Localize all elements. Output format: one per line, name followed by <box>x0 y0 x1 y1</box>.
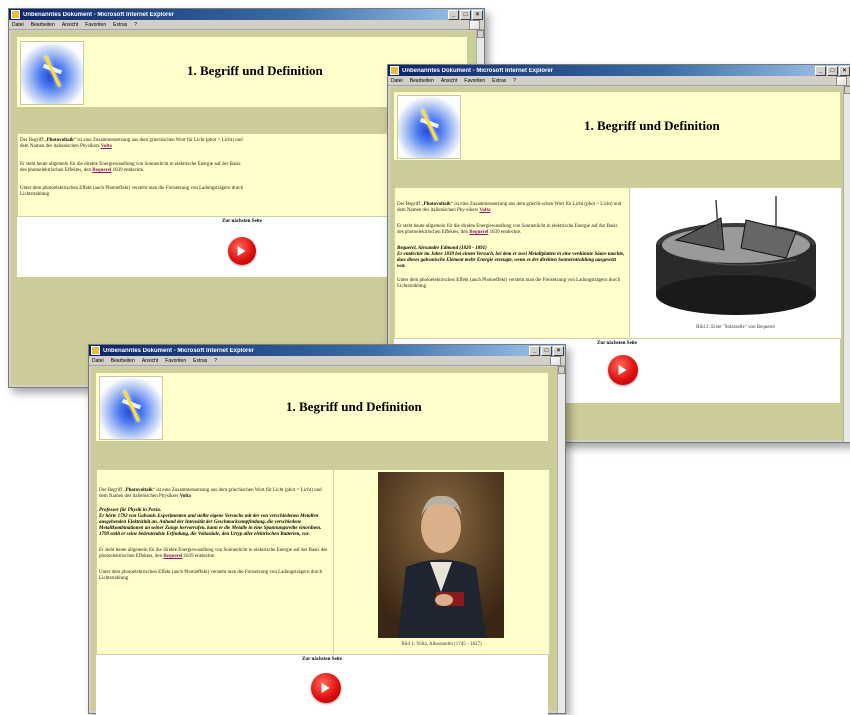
ie-document-icon <box>11 10 20 19</box>
text-panel: Der Begriff „Photovoltaik“ ist eine Zusa… <box>394 187 842 339</box>
ie-document-icon <box>390 66 399 75</box>
menu-bearbeiten[interactable]: Bearbeiten <box>410 78 434 84</box>
page-content: 1. Begriff und Definition Der Begriff „P… <box>91 367 557 715</box>
volta-portrait-image <box>378 472 504 638</box>
close-button[interactable]: × <box>839 65 850 76</box>
minimize-button[interactable]: _ <box>448 9 459 20</box>
link-volta[interactable]: Volta <box>479 208 490 213</box>
next-page-button[interactable] <box>311 673 341 703</box>
text-column: Der Begriff „Photovoltaik“ ist eine Zusa… <box>99 488 331 590</box>
maximize-button[interactable]: □ <box>827 65 838 76</box>
menu-extras[interactable]: Extras <box>193 358 207 364</box>
title-bar: Unbenanntes Dokument - Microsoft Interne… <box>9 9 484 20</box>
menu-ansicht[interactable]: Ansicht <box>441 78 457 84</box>
vertical-scrollbar[interactable] <box>557 366 565 713</box>
maximize-button[interactable]: □ <box>460 9 471 20</box>
photovoltaik-logo <box>99 376 163 440</box>
close-button[interactable]: × <box>553 345 564 356</box>
menu-ansicht[interactable]: Ansicht <box>62 22 78 28</box>
text-column: Der Begriff „Photovoltaik“ ist eine Zusa… <box>397 202 625 298</box>
ie-logo-icon <box>469 19 480 30</box>
menu-datei[interactable]: Datei <box>12 22 24 28</box>
page-title: 1. Begriff und Definition <box>286 399 422 414</box>
p1-pre: Der Begriff „ <box>20 138 47 143</box>
menu-bar: Datei Bearbeiten Ansicht Favoriten Extra… <box>89 355 565 366</box>
nav-panel: Zur nächsten Seite <box>96 654 548 715</box>
menu-ansicht[interactable]: Ansicht <box>142 358 158 364</box>
play-arrow-icon <box>618 365 627 375</box>
text-panel: Der Begriff „Photovoltaik“ ist eine Zusa… <box>96 469 550 655</box>
next-page-button[interactable] <box>228 237 256 265</box>
link-bequerel[interactable]: Bequerel <box>92 168 111 173</box>
maximize-button[interactable]: □ <box>541 345 552 356</box>
p3-text: Unter dem photoelektrischen Effekt (auch… <box>99 570 323 581</box>
title-bar: Unbenanntes Dokument - Microsoft Interne… <box>388 65 850 76</box>
p1-pre: Der Begriff „ <box>99 488 126 493</box>
image-cell: Bild 2: Erste "Solarzelle" von Bequerel <box>629 188 841 337</box>
ie-logo-icon <box>836 75 847 86</box>
page-title: 1. Begriff und Definition <box>584 118 720 133</box>
page-header: 1. Begriff und Definition <box>96 373 548 441</box>
scroll-up-arrow-icon[interactable] <box>477 30 484 38</box>
menu-datei[interactable]: Datei <box>92 358 104 364</box>
ie-logo-icon <box>550 355 561 366</box>
image-caption: Bild 2: Erste "Solarzelle" von Bequerel <box>696 325 775 330</box>
p2-post: 1839 entdeckte. <box>488 230 522 235</box>
menu-bearbeiten[interactable]: Bearbeiten <box>31 22 55 28</box>
minimize-button[interactable]: _ <box>815 65 826 76</box>
page-header: 1. Begriff und Definition <box>394 92 840 160</box>
menu-favoriten[interactable]: Favoriten <box>464 78 485 84</box>
play-arrow-icon <box>237 246 246 256</box>
p2-post: 1839 entdeckte. <box>111 168 145 173</box>
p3-text: Unter dem photoelektrischen Effekt (auch… <box>397 278 621 289</box>
menu-extras[interactable]: Extras <box>113 22 127 28</box>
p1-pre: Der Begriff „ <box>397 202 424 207</box>
link-bequerel[interactable]: Bequerel <box>163 554 182 559</box>
p2-post: 1839 entdeckte. <box>182 554 216 559</box>
photovoltaik-logo <box>397 95 461 159</box>
link-volta[interactable]: Volta <box>101 144 112 149</box>
link-bequerel[interactable]: Bequerel <box>469 230 488 235</box>
title-bar: Unbenanntes Dokument - Microsoft Interne… <box>89 345 565 356</box>
link-volta[interactable]: Volta <box>180 494 191 499</box>
menu-favoriten[interactable]: Favoriten <box>85 22 106 28</box>
menu-bar: Datei Bearbeiten Ansicht Favoriten Extra… <box>388 75 850 86</box>
term-photovoltaik: Photovoltaik <box>46 138 74 143</box>
menu-help[interactable]: ? <box>513 78 516 84</box>
menu-help[interactable]: ? <box>134 22 137 28</box>
p3-text: Unter dem photoelektrischen Effekt (auch… <box>20 186 244 197</box>
vertical-scrollbar[interactable] <box>843 86 850 442</box>
image-caption: Bild 1: Volta, Allessandro (1745 - 1827) <box>401 642 482 647</box>
text-column: Der Begriff „Photovoltaik“ ist eine Zusa… <box>20 138 245 206</box>
menu-datei[interactable]: Datei <box>391 78 403 84</box>
bequerel-solar-cell-image <box>656 196 816 315</box>
image-cell: Bild 1: Volta, Allessandro (1745 - 1827) <box>333 470 549 653</box>
scroll-up-arrow-icon[interactable] <box>844 86 850 94</box>
page-title: 1. Begriff und Definition <box>187 63 323 78</box>
close-button[interactable]: × <box>472 9 483 20</box>
next-page-label: Zur nächsten Seite <box>302 657 342 662</box>
window-title: Unbenanntes Dokument - Microsoft Interne… <box>402 67 554 74</box>
bio-text: Er hörte 1792 von Galvanis Experimenten … <box>99 514 322 537</box>
browser-window-3: Unbenanntes Dokument - Microsoft Interne… <box>88 344 566 715</box>
term-photovoltaik: Photovoltaik <box>125 488 153 493</box>
bio-text: Er entdeckte im Jahre 1839 bei einem Ver… <box>397 252 625 269</box>
play-arrow-icon <box>321 683 330 693</box>
next-page-button[interactable] <box>608 355 638 385</box>
menu-bar: Datei Bearbeiten Ansicht Favoriten Extra… <box>9 19 484 30</box>
window-title: Unbenanntes Dokument - Microsoft Interne… <box>23 11 175 18</box>
menu-help[interactable]: ? <box>214 358 217 364</box>
menu-favoriten[interactable]: Favoriten <box>165 358 186 364</box>
minimize-button[interactable]: _ <box>529 345 540 356</box>
menu-extras[interactable]: Extras <box>492 78 506 84</box>
ie-document-icon <box>91 346 100 355</box>
scroll-up-arrow-icon[interactable] <box>558 366 565 374</box>
window-title: Unbenanntes Dokument - Microsoft Interne… <box>103 347 255 354</box>
term-photovoltaik: Photovoltaik <box>423 202 451 207</box>
menu-bearbeiten[interactable]: Bearbeiten <box>111 358 135 364</box>
photovoltaik-logo <box>20 41 84 105</box>
